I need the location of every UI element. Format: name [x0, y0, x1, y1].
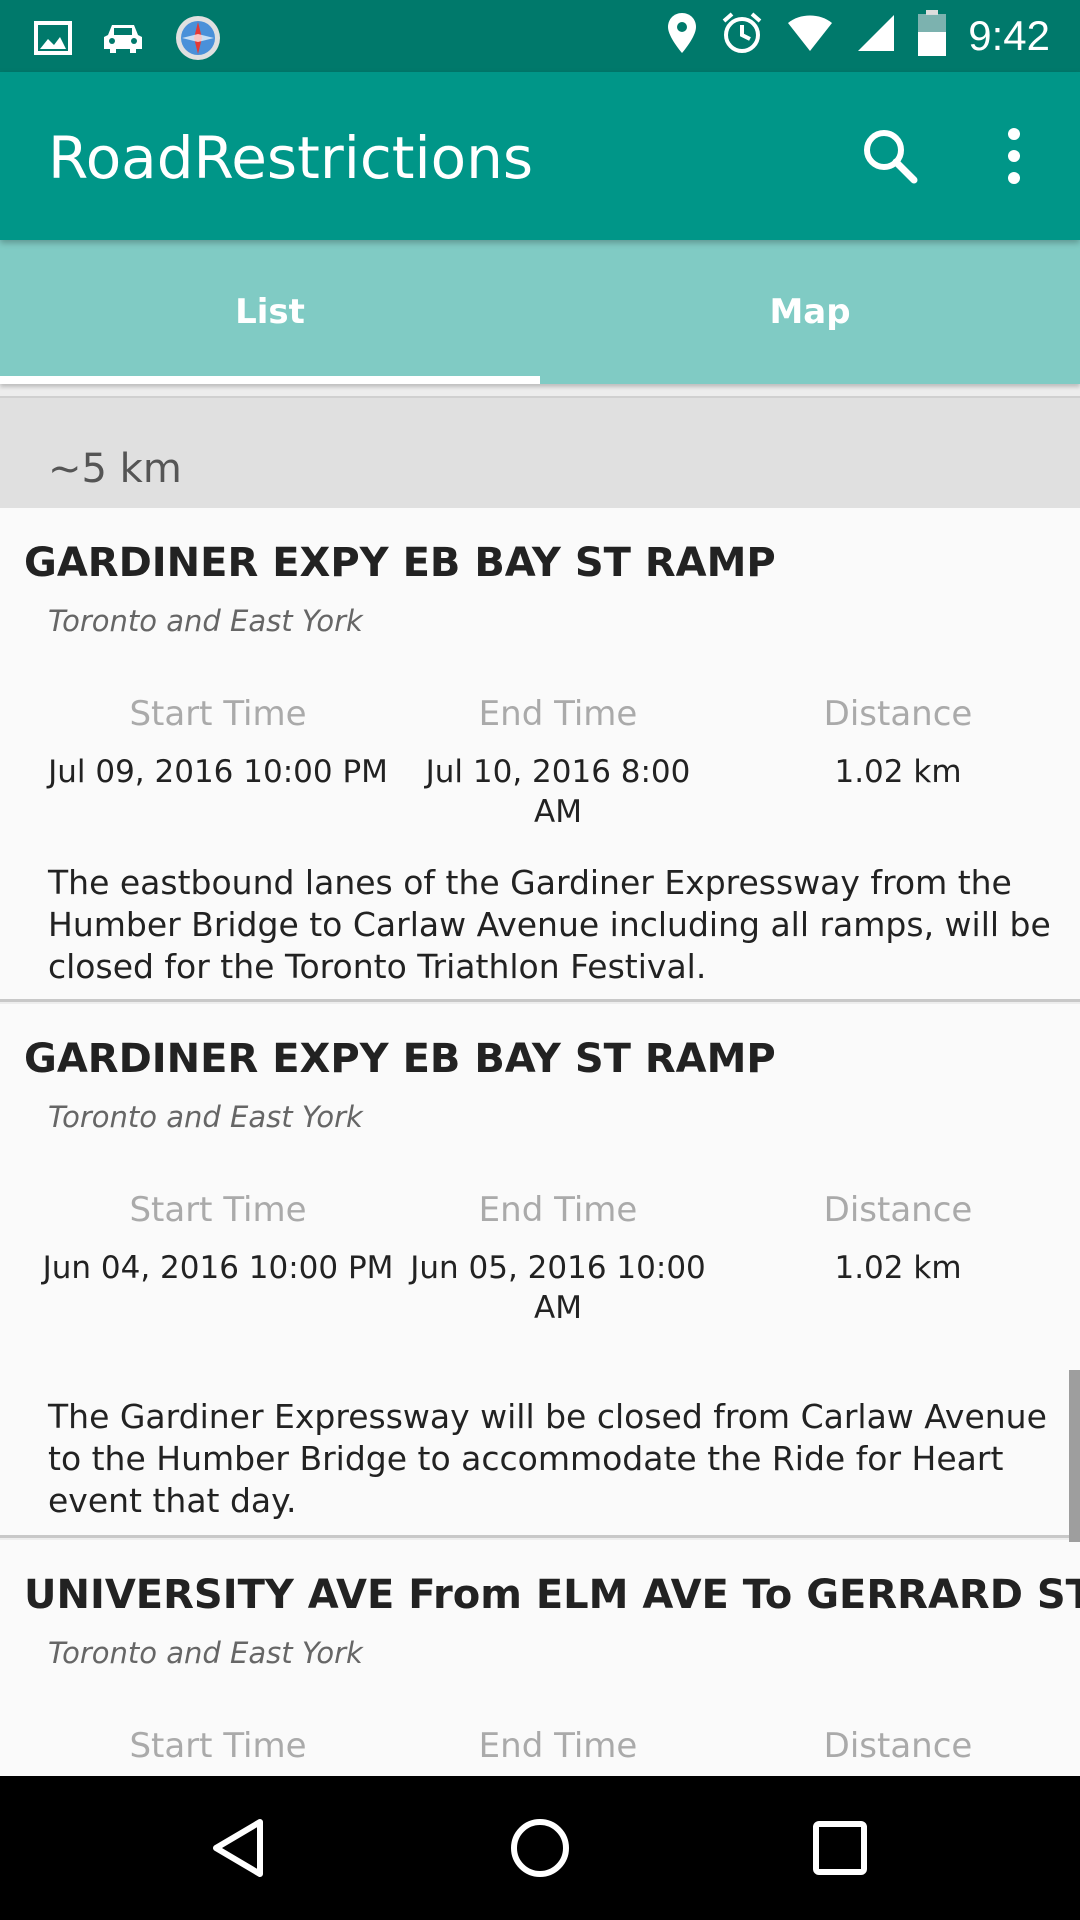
restriction-title: UNIVERSITY AVE From ELM AVE To GERRARD S… [24, 1572, 1080, 1618]
list-item[interactable]: UNIVERSITY AVE From ELM AVE To GERRARD S… [0, 1540, 1080, 1776]
app-bar: RoadRestrictions [0, 72, 1080, 240]
distance-header: Distance [823, 694, 973, 734]
restriction-area: Toronto and East York [48, 604, 363, 638]
distance-header: Distance [823, 1726, 973, 1766]
tab-list[interactable]: List [0, 240, 540, 384]
back-button[interactable] [200, 1808, 280, 1888]
start-time-value: Jul 09, 2016 10:00 PM [48, 754, 388, 790]
start-time-header: Start Time [129, 694, 307, 734]
location-pin-icon [666, 11, 698, 60]
home-circle-icon [511, 1819, 569, 1877]
start-time-header: Start Time [129, 1726, 307, 1766]
end-time-header: End Time [478, 1726, 638, 1766]
end-time-value: Jul 10, 2016 8:00 AM [425, 754, 691, 830]
recents-button[interactable] [800, 1808, 880, 1888]
car-icon [102, 21, 144, 60]
start-time-header: Start Time [129, 1190, 307, 1230]
battery-icon [918, 10, 947, 61]
recents-square-icon [813, 1821, 867, 1875]
restriction-description: The eastbound lanes of the Gardiner Expr… [48, 863, 1051, 986]
restriction-title: GARDINER EXPY EB BAY ST RAMP [24, 540, 776, 586]
restriction-area: Toronto and East York [48, 1100, 363, 1134]
distance-header: Distance [823, 1190, 973, 1230]
distance-value: 1.02 km [834, 754, 962, 790]
end-time-header: End Time [478, 1190, 638, 1230]
image-icon [34, 21, 72, 60]
overflow-menu-button[interactable] [990, 124, 1038, 188]
tab-map[interactable]: Map [540, 240, 1080, 384]
restriction-title: GARDINER EXPY EB BAY ST RAMP [24, 1036, 776, 1082]
restriction-area: Toronto and East York [48, 1636, 363, 1670]
start-time-value: Jun 04, 2016 10:00 PM [42, 1250, 394, 1286]
status-bar: 9:42 [0, 0, 1080, 72]
end-time-header: End Time [478, 694, 638, 734]
search-button[interactable] [858, 124, 922, 188]
alarm-icon [720, 11, 764, 60]
signal-icon [856, 13, 896, 58]
tab-indicator [0, 376, 540, 384]
clock: 9:42 [968, 11, 1050, 59]
restrictions-list[interactable]: ~5 km GARDINER EXPY EB BAY ST RAMP Toron… [0, 384, 1080, 1776]
section-header: ~5 km [0, 396, 1080, 508]
wifi-icon [786, 13, 834, 58]
tab-bar: List Map [0, 240, 1080, 384]
compass-icon [174, 14, 222, 67]
back-triangle-icon [213, 1819, 263, 1877]
scrollbar-thumb[interactable] [1069, 1370, 1080, 1542]
distance-value: 1.02 km [834, 1250, 962, 1286]
system-nav-bar [0, 1776, 1080, 1920]
home-button[interactable] [500, 1808, 580, 1888]
app-title: RoadRestrictions [48, 124, 534, 192]
restriction-description: The Gardiner Expressway will be closed f… [48, 1397, 1047, 1520]
end-time-value: Jun 05, 2016 10:00 AM [410, 1250, 706, 1326]
more-vert-icon [1008, 128, 1020, 184]
search-icon [864, 130, 918, 184]
list-item[interactable]: GARDINER EXPY EB BAY ST RAMP Toronto and… [0, 1004, 1080, 1538]
list-item[interactable]: GARDINER EXPY EB BAY ST RAMP Toronto and… [0, 508, 1080, 1002]
distance-group-label: ~5 km [48, 446, 182, 492]
